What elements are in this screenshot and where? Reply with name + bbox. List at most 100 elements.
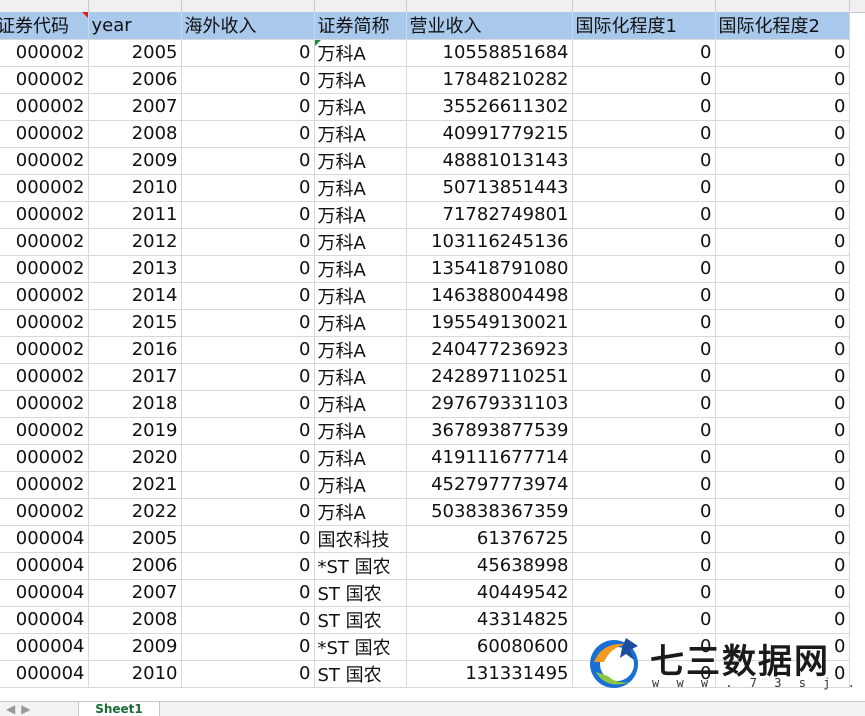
cell-intl-degree-1[interactable]: 0 [572,147,716,175]
cell-revenue[interactable]: 40991779215 [406,120,573,148]
cell-revenue[interactable]: 48881013143 [406,147,573,175]
cell-intl-degree-2[interactable]: 0 [715,363,850,391]
cell-revenue[interactable]: 195549130021 [406,309,573,337]
cell-revenue[interactable]: 146388004498 [406,282,573,310]
cell-revenue[interactable]: 10558851684 [406,39,573,67]
cell-short-name[interactable]: 万科A [314,39,407,67]
cell-code[interactable]: 000002 [0,471,89,499]
cell-revenue[interactable]: 240477236923 [406,336,573,364]
cell-overseas-revenue[interactable]: 0 [181,120,315,148]
comment-marker[interactable] [82,12,88,18]
cell-short-name[interactable]: 万科A [314,120,407,148]
cell-overseas-revenue[interactable]: 0 [181,174,315,202]
cell-overseas-revenue[interactable]: 0 [181,39,315,67]
cell-intl-degree-2[interactable]: 0 [715,336,850,364]
cell-code[interactable]: 000002 [0,363,89,391]
cell-overseas-revenue[interactable]: 0 [181,228,315,256]
cell-overseas-revenue[interactable]: 0 [181,444,315,472]
cell-short-name[interactable]: 万科A [314,66,407,94]
cell-revenue[interactable]: 71782749801 [406,201,573,229]
cell-year[interactable]: 2018 [88,390,182,418]
cell-overseas-revenue[interactable]: 0 [181,66,315,94]
cell-intl-degree-1[interactable]: 0 [572,579,716,607]
cell-short-name[interactable]: 万科A [314,282,407,310]
cell-overseas-revenue[interactable]: 0 [181,525,315,553]
cell-short-name[interactable]: 万科A [314,336,407,364]
cell-year[interactable]: 2009 [88,147,182,175]
cell-intl-degree-1[interactable]: 0 [572,201,716,229]
cell-overseas-revenue[interactable]: 0 [181,363,315,391]
cell-revenue[interactable]: 45638998 [406,552,573,580]
cell-overseas-revenue[interactable]: 0 [181,93,315,121]
cell-overseas-revenue[interactable]: 0 [181,579,315,607]
cell-intl-degree-1[interactable]: 0 [572,417,716,445]
cell-intl-degree-1[interactable]: 0 [572,660,716,688]
cell-short-name[interactable]: ST 国农 [314,660,407,688]
cell-year[interactable]: 2014 [88,282,182,310]
cell-overseas-revenue[interactable]: 0 [181,255,315,283]
cell-overseas-revenue[interactable]: 0 [181,390,315,418]
cell-short-name[interactable]: 万科A [314,417,407,445]
cell-year[interactable]: 2012 [88,228,182,256]
cell-intl-degree-1[interactable]: 0 [572,228,716,256]
cell-intl-degree-2[interactable]: 0 [715,201,850,229]
cell-short-name[interactable]: 万科A [314,147,407,175]
cell-overseas-revenue[interactable]: 0 [181,147,315,175]
cell-intl-degree-1[interactable]: 0 [572,39,716,67]
cell-intl-degree-1[interactable]: 0 [572,66,716,94]
cell-intl-degree-1[interactable]: 0 [572,93,716,121]
cell-intl-degree-2[interactable]: 0 [715,525,850,553]
cell-intl-degree-1[interactable]: 0 [572,444,716,472]
cell-intl-degree-2[interactable]: 0 [715,174,850,202]
cell-revenue[interactable]: 297679331103 [406,390,573,418]
cell-intl-degree-1[interactable]: 0 [572,606,716,634]
cell-year[interactable]: 2015 [88,309,182,337]
cell-year[interactable]: 2008 [88,120,182,148]
sheet-nav-arrows-icon[interactable]: ◀▶ [6,702,36,716]
cell-intl-degree-1[interactable]: 0 [572,282,716,310]
cell-intl-degree-2[interactable]: 0 [715,444,850,472]
cell-revenue[interactable]: 43314825 [406,606,573,634]
error-indicator[interactable] [315,40,321,46]
cell-intl-degree-2[interactable]: 0 [715,606,850,634]
cell-revenue[interactable]: 60080600 [406,633,573,661]
cell-intl-degree-2[interactable]: 0 [715,282,850,310]
cell-intl-degree-2[interactable]: 0 [715,66,850,94]
cell-intl-degree-2[interactable]: 0 [715,471,850,499]
cell-year[interactable]: 2006 [88,552,182,580]
column-header-a[interactable] [0,0,89,12]
cell-short-name[interactable]: 万科A [314,309,407,337]
cell-short-name[interactable]: 万科A [314,93,407,121]
cell-code[interactable]: 000002 [0,120,89,148]
cell-revenue[interactable]: 35526611302 [406,93,573,121]
cell-code[interactable]: 000002 [0,390,89,418]
cell-intl-degree-2[interactable]: 0 [715,498,850,526]
cell-year[interactable]: 2013 [88,255,182,283]
cell-revenue[interactable]: 50713851443 [406,174,573,202]
cell-intl-degree-2[interactable]: 0 [715,417,850,445]
cell-overseas-revenue[interactable]: 0 [181,660,315,688]
cell-intl-degree-1[interactable]: 0 [572,390,716,418]
cell-code[interactable]: 000004 [0,606,89,634]
cell-revenue[interactable]: 40449542 [406,579,573,607]
cell-intl-degree-2[interactable]: 0 [715,309,850,337]
cell-year[interactable]: 2009 [88,633,182,661]
cell-intl-degree-1[interactable]: 0 [572,255,716,283]
header-cell-intl-degree-2[interactable]: 国际化程度2 [715,12,850,40]
cell-intl-degree-1[interactable]: 0 [572,363,716,391]
column-header-b[interactable] [88,0,182,12]
cell-year[interactable]: 2011 [88,201,182,229]
cell-code[interactable]: 000002 [0,336,89,364]
cell-year[interactable]: 2022 [88,498,182,526]
cell-revenue[interactable]: 61376725 [406,525,573,553]
cell-year[interactable]: 2008 [88,606,182,634]
cell-overseas-revenue[interactable]: 0 [181,201,315,229]
cell-code[interactable]: 000002 [0,444,89,472]
cell-intl-degree-1[interactable]: 0 [572,552,716,580]
column-header-e[interactable] [406,0,573,12]
cell-revenue[interactable]: 452797773974 [406,471,573,499]
header-cell-revenue[interactable]: 营业收入 [406,12,573,40]
cell-revenue[interactable]: 503838367359 [406,498,573,526]
cell-intl-degree-2[interactable]: 0 [715,660,850,688]
cell-intl-degree-1[interactable]: 0 [572,498,716,526]
